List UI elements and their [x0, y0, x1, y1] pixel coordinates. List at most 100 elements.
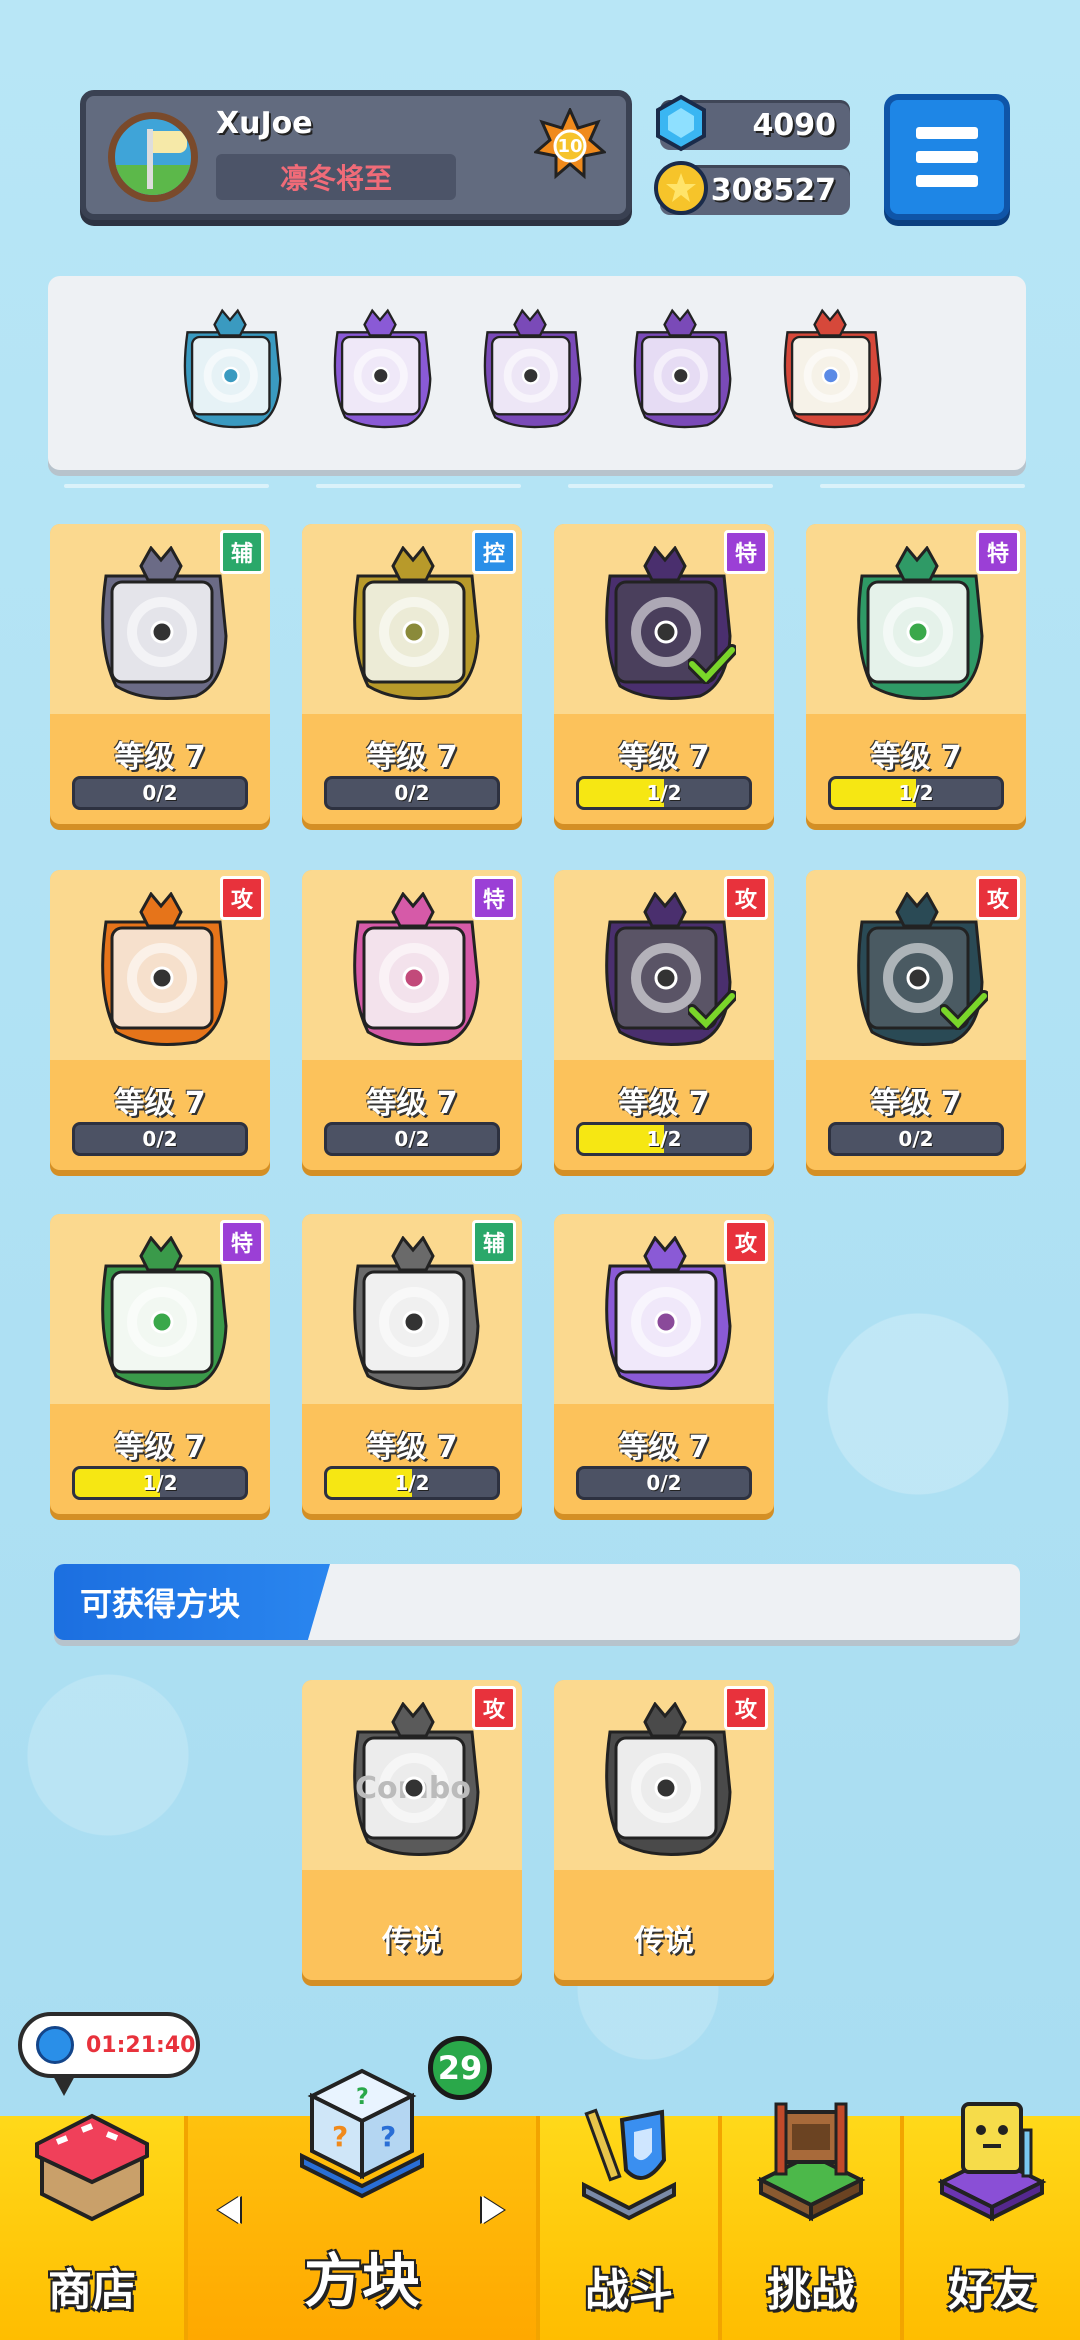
block-type-tag: 特: [220, 1220, 264, 1264]
block-progress-bar: 1/2: [576, 776, 752, 810]
block-card[interactable]: 攻 等级 7 0/2: [554, 1214, 774, 1514]
blue-vortex-block-icon[interactable]: [172, 306, 288, 436]
block-level: 等级 7: [114, 740, 206, 775]
rank-number: 10: [557, 135, 583, 157]
green-rune-block-icon: [842, 545, 992, 706]
nav-previous-arrow[interactable]: [218, 2196, 240, 2224]
blocks-badge-count: 29: [428, 2036, 492, 2100]
obtainable-section-title: 可获得方块: [54, 1564, 330, 1640]
bottom-nav: 商店 ? ? ? 方块 战斗 挑战 好友: [0, 2068, 1080, 2340]
block-card[interactable]: 辅 等级 7 1/2: [302, 1214, 522, 1514]
block-card[interactable]: 特 等级 7 1/2: [50, 1214, 270, 1514]
block-card[interactable]: 攻 等级 7 0/2: [806, 870, 1026, 1170]
block-type-tag: 特: [724, 530, 768, 574]
gem-counter[interactable]: 4090: [656, 94, 850, 152]
block-card[interactable]: 攻 等级 7 0/2: [50, 870, 270, 1170]
block-type-tag: 攻: [220, 876, 264, 920]
coin-amount: 308527: [710, 172, 836, 208]
nav-battle[interactable]: 战斗: [540, 2108, 718, 2340]
block-type-tag: 攻: [472, 1686, 516, 1730]
block-card[interactable]: 攻 等级 7 1/2: [554, 870, 774, 1170]
rank-badge: 10: [532, 106, 608, 180]
block-level: 等级 7: [114, 1430, 206, 1465]
nav-blocks[interactable]: ? ? ? 方块: [188, 2068, 536, 2340]
rainbow-infinity-block-icon[interactable]: [772, 306, 888, 436]
svg-text:?: ?: [356, 2085, 369, 2110]
block-progress-text: 1/2: [646, 781, 682, 805]
divider: [568, 484, 773, 488]
block-progress-bar: 0/2: [324, 776, 500, 810]
battle-icon: [582, 2108, 676, 2221]
svg-text:?: ?: [380, 2120, 396, 2153]
pink-cross-block-icon: [338, 891, 488, 1052]
shop-refresh-time: 01:21:40: [86, 2032, 196, 2058]
obtainable-block-card[interactable]: 攻 传说: [554, 1680, 774, 1980]
block-progress-text: 0/2: [142, 1127, 178, 1151]
obtainable-block-card[interactable]: Combo 攻 传说: [302, 1680, 522, 1980]
block-progress-bar: 0/2: [72, 776, 248, 810]
block-progress-text: 1/2: [142, 1471, 178, 1495]
purple-triangle-block-icon[interactable]: [472, 306, 588, 436]
block-progress-text: 0/2: [646, 1471, 682, 1495]
nav-next-arrow[interactable]: [482, 2196, 504, 2224]
clock-icon: [36, 2026, 74, 2064]
block-rarity: 传说: [634, 1924, 694, 1959]
menu-icon: [916, 127, 978, 139]
nav-battle-label: 战斗: [585, 2265, 673, 2316]
divider: [64, 484, 269, 488]
gold-shield-block-icon: [338, 545, 488, 706]
block-progress-text: 1/2: [394, 1471, 430, 1495]
block-progress-bar: 0/2: [576, 1466, 752, 1500]
orange-fire-block-icon: [86, 891, 236, 1052]
block-card[interactable]: 辅 等级 7 0/2: [50, 524, 270, 824]
block-level: 等级 7: [870, 740, 962, 775]
block-card[interactable]: 特 等级 7 1/2: [554, 524, 774, 824]
block-type-tag: 控: [472, 530, 516, 574]
block-level: 等级 7: [366, 740, 458, 775]
block-progress-text: 0/2: [394, 781, 430, 805]
challenge-icon: [756, 2102, 866, 2222]
divider: [820, 484, 1025, 488]
purple-atom-block-icon[interactable]: [322, 306, 438, 436]
avatar[interactable]: [108, 112, 198, 202]
block-level: 等级 7: [618, 740, 710, 775]
nav-shop[interactable]: 商店: [0, 2113, 184, 2340]
violet-star-block-icon: [590, 1235, 740, 1396]
block-progress-text: 1/2: [898, 781, 934, 805]
block-level: 等级 7: [114, 1086, 206, 1121]
block-type-tag: 特: [472, 876, 516, 920]
block-type-tag: 辅: [472, 1220, 516, 1264]
block-level: 等级 7: [618, 1430, 710, 1465]
player-name: XuJoe: [216, 106, 313, 141]
block-progress-bar: 0/2: [324, 1122, 500, 1156]
coin-icon: [654, 161, 708, 215]
black-hole-block-icon: [590, 1701, 740, 1862]
block-progress-text: 0/2: [142, 781, 178, 805]
silver-cycle-block-icon: [338, 1235, 488, 1396]
nav-shop-label: 商店: [48, 2265, 136, 2316]
block-level: 等级 7: [870, 1086, 962, 1121]
gem-amount: 4090: [752, 107, 837, 143]
equipped-deck: [48, 276, 1026, 470]
block-card[interactable]: 特 等级 7 1/2: [806, 524, 1026, 824]
svg-text:?: ?: [332, 2120, 348, 2153]
nav-friends-label: 好友: [948, 2265, 1036, 2316]
divider: [316, 484, 521, 488]
equipped-check-icon: [688, 644, 736, 684]
purple-shatter-block-icon[interactable]: [622, 306, 738, 436]
nav-challenge-label: 挑战: [767, 2265, 855, 2316]
block-type-tag: 辅: [220, 530, 264, 574]
green-wind-block-icon: [86, 1235, 236, 1396]
block-progress-text: 0/2: [394, 1127, 430, 1151]
menu-button[interactable]: [884, 94, 1010, 220]
block-card[interactable]: 控 等级 7 0/2: [302, 524, 522, 824]
player-profile-panel[interactable]: XuJoe 凛冬将至 10: [80, 90, 632, 220]
nav-challenge[interactable]: 挑战: [722, 2102, 900, 2340]
grey-jaw-block-icon: [86, 545, 236, 706]
nav-friends[interactable]: 好友: [904, 2102, 1080, 2340]
block-progress-bar: 0/2: [828, 1122, 1004, 1156]
block-card[interactable]: 特 等级 7 0/2: [302, 870, 522, 1170]
combo-block-icon: Combo: [338, 1701, 488, 1862]
block-progress-bar: 1/2: [828, 776, 1004, 810]
coin-counter[interactable]: 308527: [654, 161, 850, 215]
